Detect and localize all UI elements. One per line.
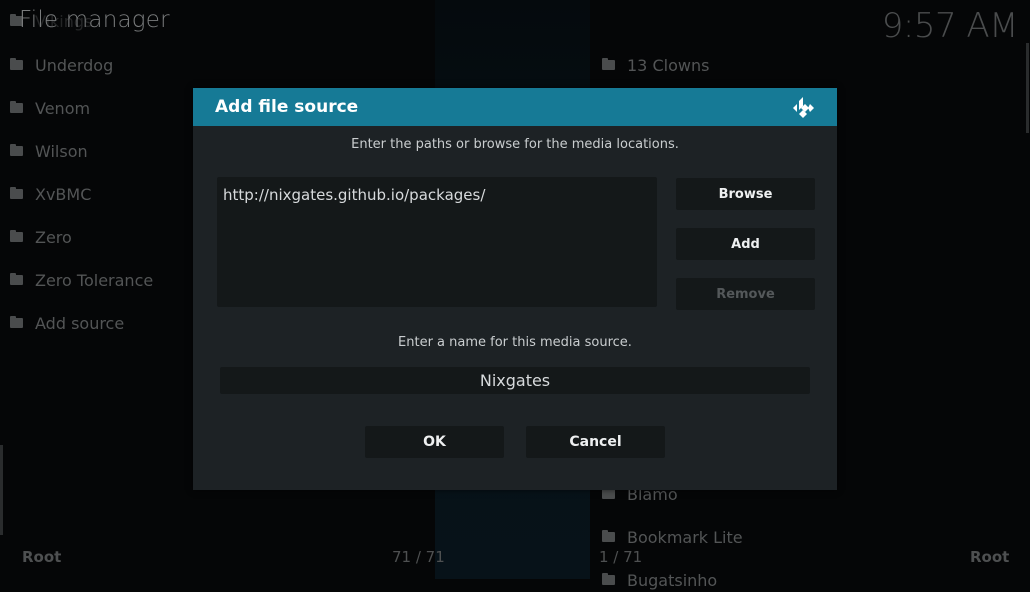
list-item-label: Bugatsinho bbox=[627, 570, 718, 590]
list-item[interactable]: Underdog bbox=[10, 53, 113, 77]
page-title: File manager bbox=[19, 7, 170, 33]
right-pane-scrollbar[interactable] bbox=[1026, 43, 1029, 133]
folder-icon bbox=[602, 573, 615, 585]
source-name-input[interactable]: Nixgates bbox=[220, 367, 810, 394]
remove-button[interactable]: Remove bbox=[676, 278, 815, 310]
list-item-label: Wilson bbox=[35, 141, 88, 161]
list-item[interactable]: Wilson bbox=[10, 139, 88, 163]
list-item[interactable]: Zero bbox=[10, 225, 72, 249]
list-item-label: Bookmark Lite bbox=[627, 527, 743, 547]
list-item[interactable]: 13 Clowns bbox=[602, 53, 709, 77]
right-footer-count: 1 / 71 bbox=[599, 548, 643, 566]
browse-button[interactable]: Browse bbox=[676, 178, 815, 210]
folder-icon bbox=[10, 144, 23, 156]
kodi-logo-icon bbox=[793, 97, 814, 118]
paths-instruction: Enter the paths or browse for the media … bbox=[351, 137, 679, 152]
folder-icon bbox=[602, 487, 615, 499]
folder-icon bbox=[10, 187, 23, 199]
left-pane-scrollbar[interactable] bbox=[0, 445, 3, 535]
add-button[interactable]: Add bbox=[676, 228, 815, 260]
folder-icon bbox=[10, 101, 23, 113]
folder-icon bbox=[602, 530, 615, 542]
folder-icon bbox=[10, 273, 23, 285]
paths-list[interactable]: http://nixgates.github.io/packages/ bbox=[217, 177, 657, 307]
list-item-label: Underdog bbox=[35, 55, 114, 75]
ok-button[interactable]: OK bbox=[365, 426, 504, 458]
list-item-label: Zero bbox=[35, 227, 72, 247]
list-item[interactable]: Bookmark Lite bbox=[602, 525, 743, 549]
list-item[interactable]: Bugatsinho bbox=[602, 568, 717, 592]
cancel-button[interactable]: Cancel bbox=[526, 426, 665, 458]
list-item[interactable]: XvBMC bbox=[10, 182, 91, 206]
list-item-label: XvBMC bbox=[35, 184, 92, 204]
add-file-source-dialog: Add file source Enter the paths or brows… bbox=[193, 88, 837, 490]
list-item-label: Venom bbox=[35, 98, 91, 118]
dialog-title: Add file source bbox=[215, 97, 359, 117]
clock: 9:57 AM bbox=[881, 6, 1019, 46]
list-item-add-source[interactable]: Add source bbox=[10, 311, 124, 335]
list-item-label: 13 Clowns bbox=[627, 55, 710, 75]
folder-icon bbox=[10, 230, 23, 242]
name-instruction: Enter a name for this media source. bbox=[398, 335, 632, 350]
left-footer-count: 71 / 71 bbox=[392, 548, 445, 566]
left-footer-path: Root bbox=[22, 548, 62, 566]
path-item[interactable]: http://nixgates.github.io/packages/ bbox=[223, 186, 485, 204]
list-item[interactable]: Venom bbox=[10, 96, 90, 120]
list-item-label: Add source bbox=[35, 313, 125, 333]
folder-icon bbox=[10, 58, 23, 70]
list-item[interactable]: Zero Tolerance bbox=[10, 268, 153, 292]
dialog-header: Add file source bbox=[193, 88, 837, 126]
list-item-label: Zero Tolerance bbox=[35, 270, 154, 290]
folder-icon bbox=[10, 316, 23, 328]
right-footer-path: Root bbox=[970, 548, 1010, 566]
folder-icon bbox=[602, 58, 615, 70]
